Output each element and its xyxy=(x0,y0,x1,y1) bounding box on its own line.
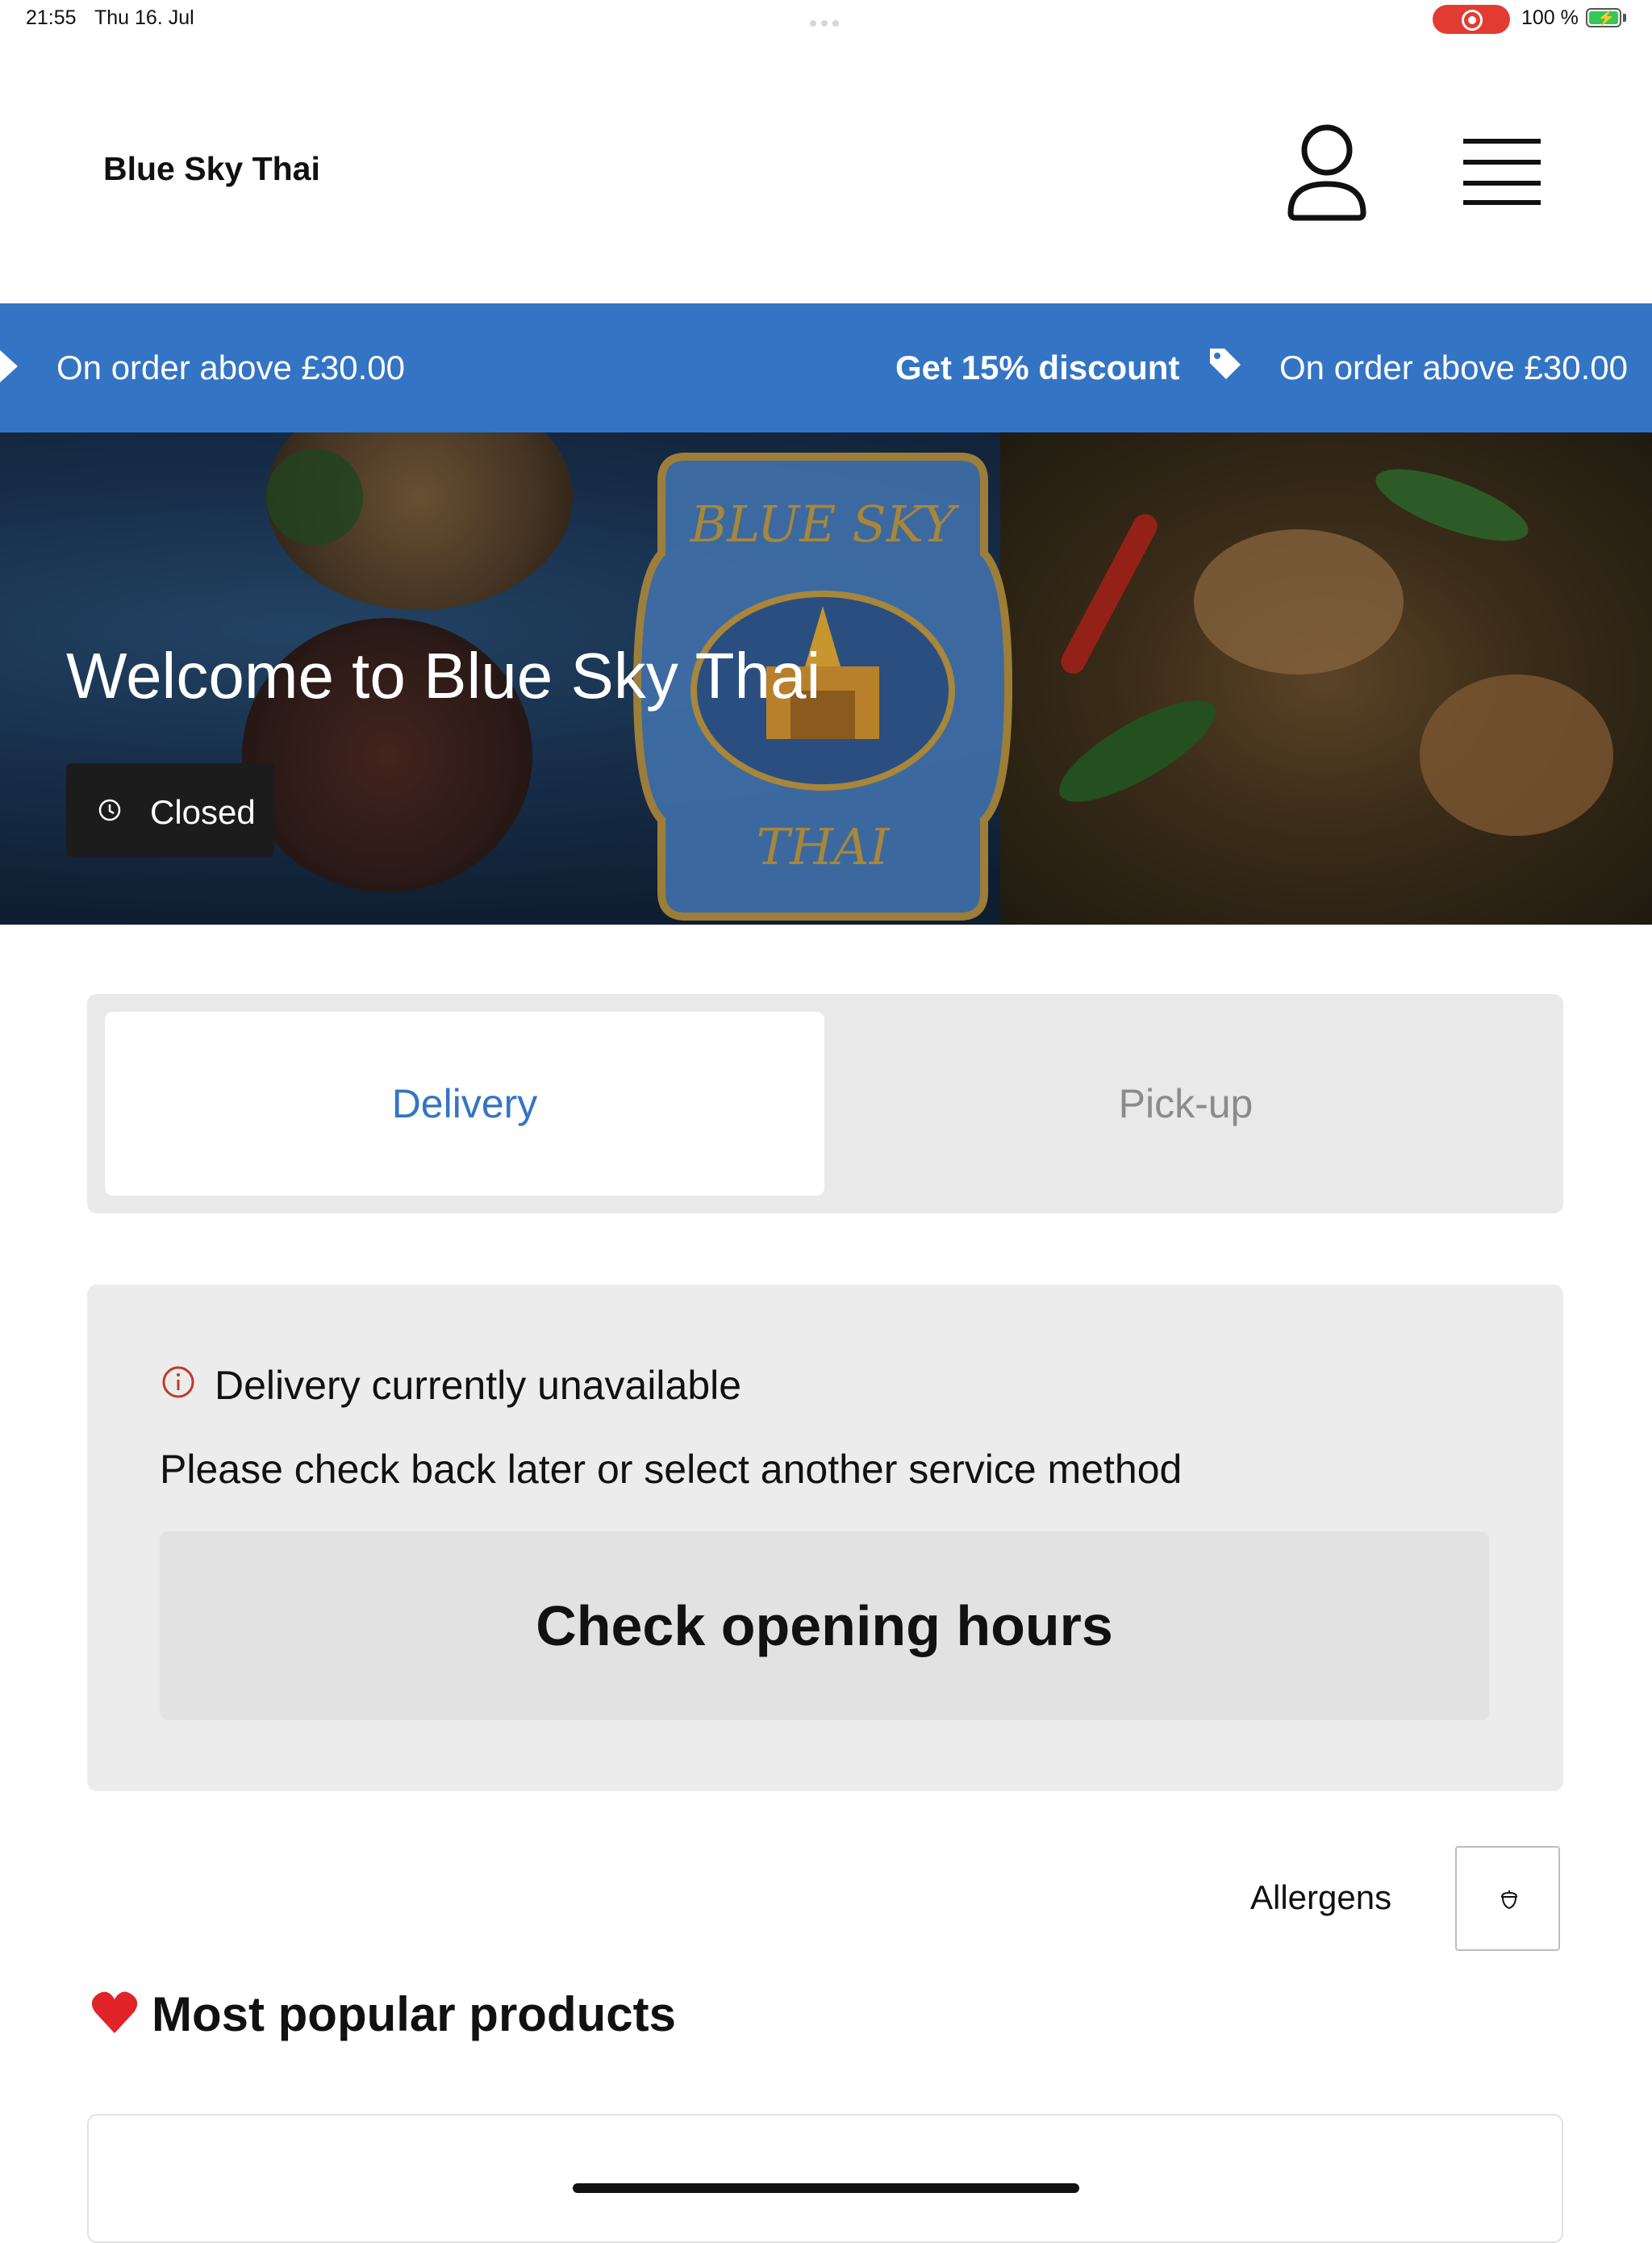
open-status-badge: Closed xyxy=(66,763,274,857)
screen-recording-indicator[interactable] xyxy=(1433,5,1510,34)
product-card[interactable] xyxy=(87,2114,1563,2243)
info-icon xyxy=(162,1366,194,1398)
status-date: Thu 16. Jul xyxy=(94,6,194,29)
home-indicator[interactable] xyxy=(573,2183,1079,2193)
popular-products-heading: Most popular products xyxy=(152,1987,676,2041)
clock-icon xyxy=(98,799,121,821)
tab-delivery[interactable]: Delivery xyxy=(105,1012,824,1196)
status-bar: 21:55 Thu 16. Jul 100 % ⚡ xyxy=(0,0,1652,37)
delivery-notice-card: Delivery currently unavailable Please ch… xyxy=(87,1284,1563,1791)
site-header: Blue Sky Thai xyxy=(0,37,1652,303)
battery-percentage: 100 % xyxy=(1521,6,1579,29)
brand-name[interactable]: Blue Sky Thai xyxy=(103,150,320,188)
promo-discount: Get 15% discount xyxy=(895,349,1180,386)
tag-icon-partial xyxy=(0,350,18,382)
acorn-icon xyxy=(1500,1890,1518,1910)
battery-cap xyxy=(1623,14,1626,22)
status-time: 21:55 xyxy=(26,6,77,29)
logo-text-bottom: THAI xyxy=(757,817,891,876)
hero-title: Welcome to Blue Sky Thai xyxy=(66,640,821,712)
logo-text-top: BLUE SKY xyxy=(690,495,960,553)
check-opening-hours-button[interactable]: Check opening hours xyxy=(160,1531,1489,1720)
notice-title: Delivery currently unavailable xyxy=(215,1363,742,1408)
allergens-label: Allergens xyxy=(1250,1878,1392,1916)
hamburger-menu-icon xyxy=(1463,139,1541,205)
menu-button[interactable] xyxy=(1457,136,1547,208)
promo-banner: On order above £30.00 Get 15% discount O… xyxy=(0,303,1652,432)
notice-body: Please check back later or select anothe… xyxy=(160,1447,1183,1492)
hero-banner: BLUE SKY THAI Welcome to Blue Sky Thai C… xyxy=(0,432,1652,925)
promo-condition-left: On order above £30.00 xyxy=(56,349,405,386)
user-account-button[interactable] xyxy=(1283,118,1371,223)
heart-icon xyxy=(91,1991,138,2033)
allergens-button[interactable] xyxy=(1455,1846,1560,1951)
multitasking-dots-icon[interactable] xyxy=(810,16,844,27)
tag-icon xyxy=(1210,349,1241,379)
battery-icon: ⚡ xyxy=(1586,8,1621,27)
user-icon xyxy=(1287,124,1366,221)
status-label: Closed xyxy=(150,793,256,831)
promo-condition-right: On order above £30.00 xyxy=(1279,349,1628,386)
service-method-tabs: Delivery Pick-up xyxy=(87,994,1563,1213)
tab-pickup[interactable]: Pick-up xyxy=(826,1012,1546,1196)
